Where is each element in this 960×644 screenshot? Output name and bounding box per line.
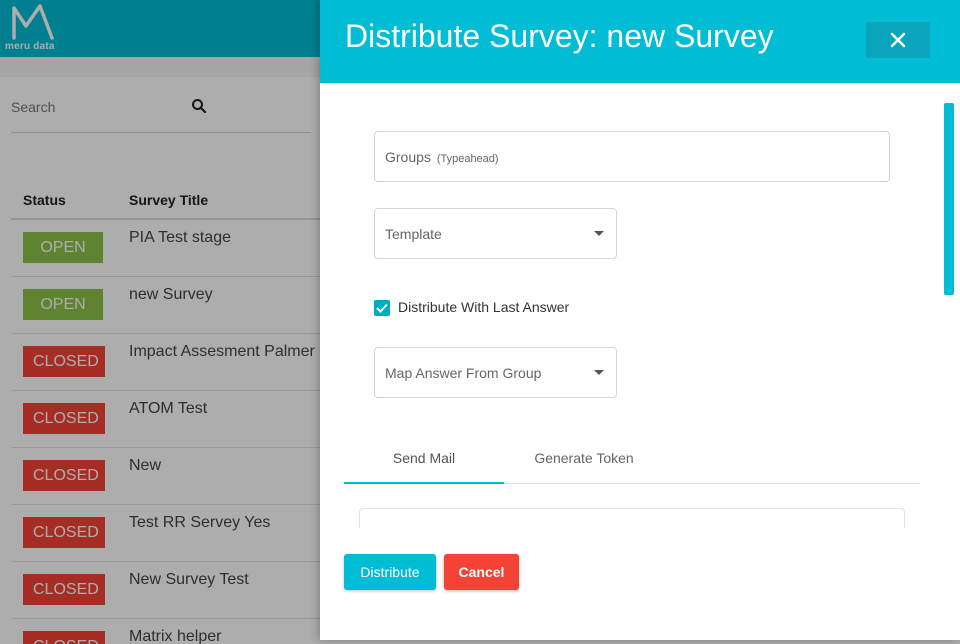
distribution-tabs: Send Mail Generate Token	[344, 433, 920, 484]
map-answer-label: Map Answer From Group	[385, 365, 542, 381]
tab-send-mail[interactable]: Send Mail	[344, 433, 504, 484]
tab-generate-token[interactable]: Generate Token	[504, 433, 664, 483]
send-mail-content	[359, 508, 905, 528]
dialog-scrollbar-thumb[interactable]	[944, 103, 954, 295]
distribute-with-last-answer-checkbox[interactable]	[374, 300, 390, 316]
caret-down-icon	[594, 231, 604, 236]
close-icon	[890, 32, 906, 48]
tab-generate-token-label: Generate Token	[534, 450, 634, 466]
cancel-button[interactable]: Cancel	[444, 554, 519, 590]
dialog-title: Distribute Survey: new Survey	[345, 18, 774, 54]
template-label: Template	[385, 226, 442, 242]
template-select[interactable]: Template	[374, 208, 617, 259]
groups-typeahead-input[interactable]: Groups (Typeahead)	[374, 131, 890, 182]
caret-down-icon	[594, 370, 604, 375]
checkmark-icon	[376, 303, 388, 313]
active-tab-indicator	[344, 482, 504, 484]
dialog-header: Distribute Survey: new Survey	[320, 0, 960, 83]
groups-label-text: Groups	[385, 149, 431, 165]
groups-typeahead-hint: (Typeahead)	[436, 153, 499, 165]
groups-label: Groups (Typeahead)	[385, 149, 499, 165]
close-button[interactable]	[866, 22, 930, 58]
distribute-with-last-answer-label: Distribute With Last Answer	[398, 299, 570, 315]
map-answer-from-group-select[interactable]: Map Answer From Group	[374, 347, 617, 398]
distribute-button[interactable]: Distribute	[344, 554, 436, 590]
distribute-survey-dialog: Distribute Survey: new Survey Groups (Ty…	[320, 0, 960, 640]
tab-send-mail-label: Send Mail	[392, 450, 456, 466]
